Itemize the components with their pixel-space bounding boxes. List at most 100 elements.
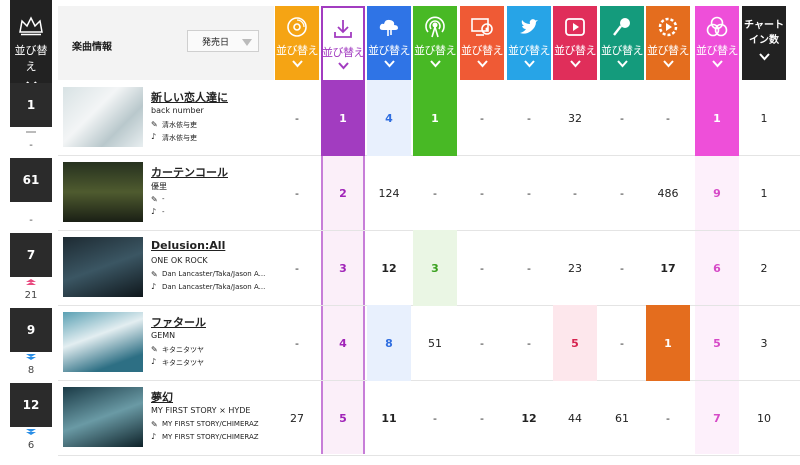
cell-karaoke: - — [620, 261, 624, 275]
cell-gyao: - — [666, 111, 670, 125]
artist-name: MY FIRST STORY × HYDE — [151, 406, 251, 415]
video-thumbnail[interactable] — [63, 87, 143, 147]
video-thumbnail[interactable] — [63, 162, 143, 222]
cell-total: 6 — [713, 261, 721, 275]
sort-label: 並び替え — [696, 44, 739, 57]
chevron-down-icon — [662, 60, 674, 68]
chevron-down-icon — [711, 60, 723, 68]
rank-sort-label: 並び替え — [14, 44, 48, 73]
sort-header-download[interactable]: 並び替え — [321, 6, 365, 80]
cell-total: 5 — [713, 336, 721, 350]
release-date-select-value: 発売日 — [202, 37, 230, 48]
song-title[interactable]: 新しい恋人達に — [151, 89, 228, 105]
music-note-icon: ♪ — [151, 432, 157, 441]
sort-header-twitter[interactable]: 並び替え — [507, 6, 551, 80]
cell-cd: 27 — [290, 411, 304, 425]
cell-youtube: 32 — [568, 111, 582, 125]
music-note-icon: ♪ — [151, 357, 157, 366]
release-date-select[interactable]: 発売日 — [187, 30, 259, 52]
chart-table: 並び替え 楽曲情報 発売日 並び替え 並び替え 並び替え 並び替え 並び替え 並び替え 並び… — [0, 0, 800, 458]
composer: 清水依与吏 — [162, 134, 197, 142]
cd-icon — [287, 17, 307, 37]
cell-streaming: 4 — [367, 80, 411, 156]
sort-header-cd[interactable]: 並び替え — [275, 6, 319, 80]
cell-gyao: 486 — [657, 186, 679, 200]
song-info-label: 楽曲情報 — [72, 42, 112, 53]
song-title[interactable]: 夢幻 — [151, 389, 173, 405]
cell-karaoke_tv: - — [480, 261, 484, 275]
crown-icon — [19, 16, 43, 36]
cell-streaming: 12 — [381, 261, 397, 275]
lyricist: MY FIRST STORY/CHIMERAZ — [162, 420, 259, 428]
song-title[interactable]: カーテンコール — [151, 164, 228, 180]
chevron-down-icon — [569, 60, 581, 68]
video-gear-icon — [658, 17, 678, 37]
chevron-down-icon — [476, 60, 488, 68]
cell-radio: - — [433, 411, 437, 425]
cell-karaoke_tv: - — [480, 336, 484, 350]
rank-same-icon — [26, 131, 36, 133]
twitter-icon — [520, 19, 538, 34]
chevron-down-icon — [383, 60, 395, 68]
play-icon — [565, 18, 585, 36]
cell-karaoke: - — [620, 186, 624, 200]
venn-icon — [706, 16, 728, 37]
rank-number: 1 — [10, 83, 52, 127]
cell-karaoke: - — [620, 336, 624, 350]
lyricist: - — [162, 195, 165, 203]
rank-cell: 12 6 — [10, 383, 52, 459]
chevron-down-icon — [616, 60, 628, 68]
sort-label: 並び替え — [414, 44, 457, 57]
microphone-icon — [613, 18, 630, 36]
cell-twitter: - — [527, 111, 531, 125]
sort-header-youtube[interactable]: 並び替え — [553, 6, 597, 80]
artist-name: GEMN — [151, 331, 176, 340]
sort-label: 並び替え — [554, 44, 597, 57]
pencil-icon: ✎ — [151, 120, 158, 129]
sort-header-streaming[interactable]: 並び替え — [367, 6, 411, 80]
composer: MY FIRST STORY/CHIMERAZ — [162, 433, 259, 441]
cell-radio: 3 — [413, 230, 457, 306]
cell-download: 1 — [321, 80, 365, 156]
composer: - — [162, 208, 165, 216]
previous-rank: - — [10, 202, 52, 233]
chevron-down-icon — [523, 60, 535, 68]
composer: Dan Lancaster/Taka/Jason A... — [162, 283, 266, 291]
song-title[interactable]: Delusion:All — [151, 239, 225, 252]
cell-radio: 1 — [413, 80, 457, 156]
cell-youtube: 5 — [553, 305, 597, 381]
cell-cd: - — [295, 111, 299, 125]
cell-chart-in: 2 — [760, 261, 768, 275]
rank-sort-header[interactable]: 並び替え — [10, 6, 52, 89]
composer: キタニタツヤ — [162, 359, 204, 367]
sort-header-total[interactable]: 並び替え — [695, 6, 739, 80]
sort-label: 並び替え — [508, 44, 551, 57]
cell-twitter: 12 — [521, 411, 537, 425]
rank-cell: 1- — [10, 83, 52, 159]
cell-chart-in: 10 — [757, 411, 771, 425]
sort-header-karaoke[interactable]: 並び替え — [600, 6, 644, 80]
sort-header-radio[interactable]: 並び替え — [413, 6, 457, 80]
lyricist: 清水依与吏 — [162, 121, 197, 129]
sort-header-gyao[interactable]: 並び替え — [646, 6, 690, 80]
lyricist: Dan Lancaster/Taka/Jason A... — [162, 270, 266, 278]
video-thumbnail[interactable] — [63, 387, 143, 447]
cell-cd: - — [295, 336, 299, 350]
music-note-icon: ♪ — [151, 282, 157, 291]
cell-download: 5 — [339, 411, 347, 425]
rank-down-icon — [26, 354, 36, 360]
cell-cd: - — [295, 261, 299, 275]
chart-in-label-1: チャート — [744, 20, 784, 31]
cell-karaoke: 61 — [615, 411, 629, 425]
video-thumbnail[interactable] — [63, 312, 143, 372]
cell-gyao: 17 — [660, 261, 676, 275]
video-thumbnail[interactable] — [63, 237, 143, 297]
cell-twitter: - — [527, 336, 531, 350]
rank-number: 9 — [10, 308, 52, 352]
cell-download: 3 — [339, 261, 347, 275]
pencil-icon: ✎ — [151, 270, 158, 279]
pencil-icon: ✎ — [151, 420, 158, 429]
chart-in-header[interactable]: チャート イン数 — [742, 6, 786, 80]
sort-header-karaoke_tv[interactable]: 並び替え — [460, 6, 504, 80]
song-title[interactable]: ファタール — [151, 314, 206, 330]
